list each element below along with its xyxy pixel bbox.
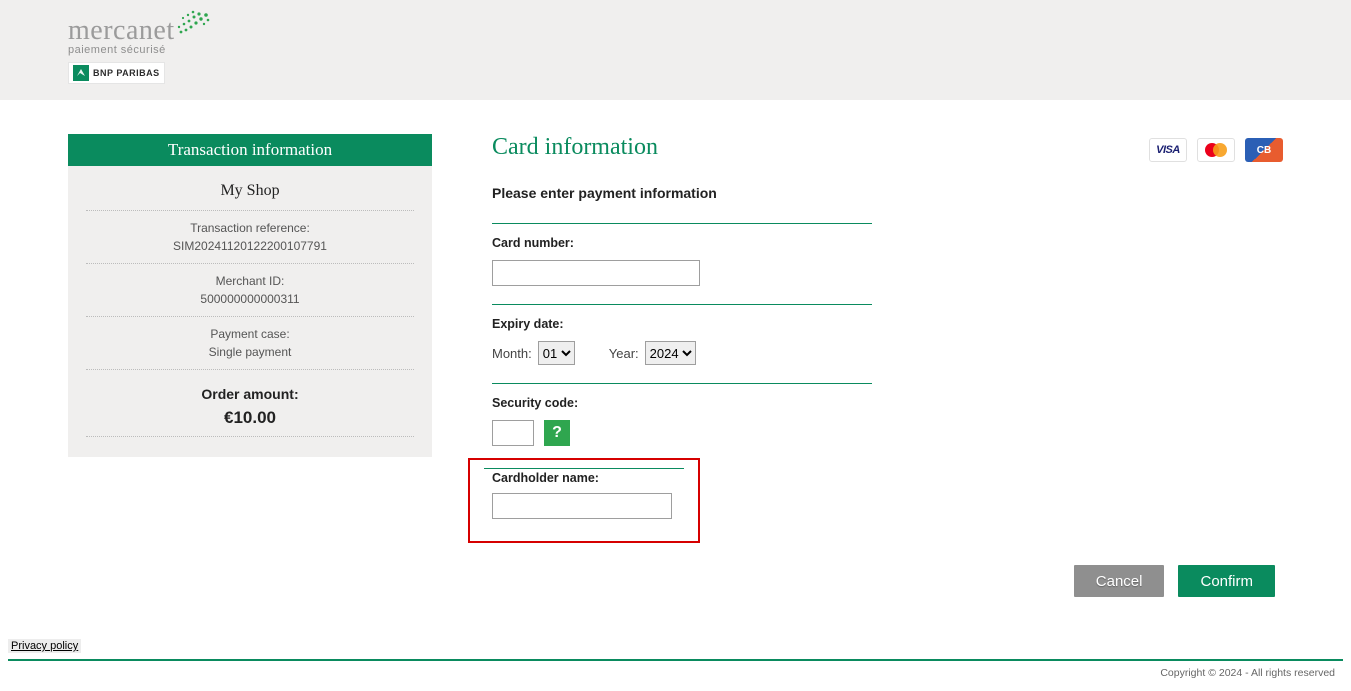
card-number-group: Card number: — [492, 223, 872, 304]
payment-case-block: Payment case: Single payment — [86, 316, 414, 369]
mercanet-logo: mercanet paiement sécurisé — [68, 10, 213, 84]
page-footer: Privacy policy Copyright © 2024 - All ri… — [0, 631, 1351, 679]
payment-form: Card information VISA CB Please enter pa… — [492, 134, 1283, 597]
order-amount-value: €10.00 — [86, 408, 414, 428]
security-code-group: Security code: ? — [492, 383, 872, 460]
security-code-input[interactable] — [492, 420, 534, 446]
expiry-year-label: Year: — [609, 346, 639, 361]
bnp-star-icon — [73, 65, 89, 81]
shop-name: My Shop — [68, 166, 432, 210]
privacy-policy-link[interactable]: Privacy policy — [8, 639, 81, 653]
logo-dots-icon — [177, 10, 213, 39]
expiry-date-label: Expiry date: — [492, 317, 872, 331]
transaction-info-panel: Transaction information My Shop Transact… — [68, 134, 432, 457]
cardholder-name-group: Cardholder name: — [484, 468, 684, 519]
security-code-label: Security code: — [492, 396, 872, 410]
merchant-id-block: Merchant ID: 500000000000311 — [86, 263, 414, 316]
card-information-title: Card information — [492, 134, 658, 161]
expiry-month-label: Month: — [492, 346, 532, 361]
bnp-paribas-badge: BNP PARIBAS — [68, 62, 165, 84]
mastercard-icon — [1197, 138, 1235, 162]
transaction-reference-value: SIM20241120122200107791 — [86, 239, 414, 253]
logo-brand-text: mercanet — [68, 15, 175, 47]
card-brand-icons: VISA CB — [1149, 138, 1283, 162]
form-intro-text: Please enter payment information — [492, 185, 1283, 201]
transaction-reference-label: Transaction reference: — [190, 221, 310, 235]
merchant-id-label: Merchant ID: — [216, 274, 285, 288]
security-code-help-button[interactable]: ? — [544, 420, 570, 446]
expiry-group: Expiry date: Month: 01 Year: 2024 — [492, 304, 872, 383]
cardholder-name-label: Cardholder name: — [492, 471, 684, 485]
transaction-info-title: Transaction information — [68, 134, 432, 166]
form-actions: Cancel Confirm — [492, 565, 1283, 597]
visa-icon: VISA — [1149, 138, 1187, 162]
cb-icon: CB — [1245, 138, 1283, 162]
cardholder-name-input[interactable] — [492, 493, 672, 519]
expiry-year-select[interactable]: 2024 — [645, 341, 696, 365]
merchant-id-value: 500000000000311 — [86, 292, 414, 306]
header-bar: mercanet paiement sécurisé — [0, 0, 1351, 100]
expiry-month-select[interactable]: 01 — [538, 341, 575, 365]
copyright-text: Copyright © 2024 - All rights reserved — [1160, 667, 1335, 679]
bnp-text: BNP PARIBAS — [93, 68, 160, 78]
confirm-button[interactable]: Confirm — [1178, 565, 1275, 597]
cancel-button[interactable]: Cancel — [1074, 565, 1165, 597]
payment-case-label: Payment case: — [210, 327, 289, 341]
order-amount-label: Order amount: — [86, 386, 414, 402]
cardholder-highlight-box: Cardholder name: — [468, 458, 700, 543]
card-number-input[interactable] — [492, 260, 700, 286]
order-amount-block: Order amount: €10.00 — [86, 369, 414, 428]
transaction-reference-block: Transaction reference: SIM20241120122200… — [86, 210, 414, 263]
logo-tagline: paiement sécurisé — [68, 44, 213, 56]
card-number-label: Card number: — [492, 236, 872, 250]
payment-case-value: Single payment — [86, 345, 414, 359]
